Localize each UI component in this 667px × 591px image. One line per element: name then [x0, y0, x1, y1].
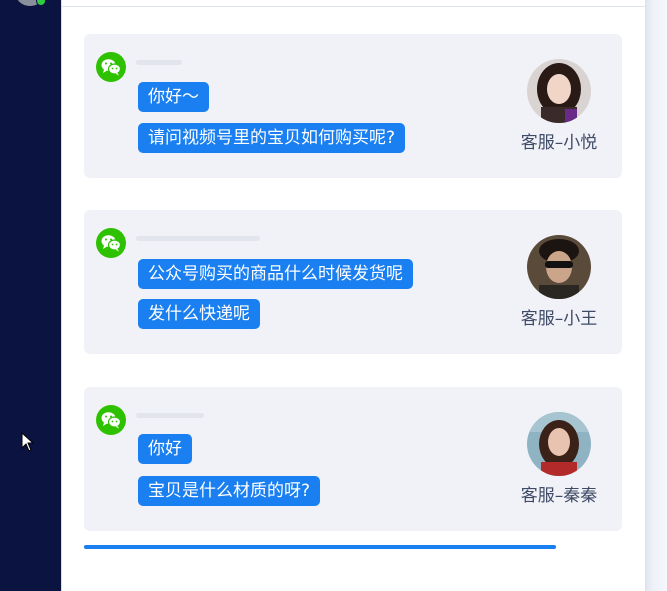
agent-avatar — [527, 235, 591, 299]
left-sidebar — [0, 0, 61, 591]
customer-name-placeholder — [136, 413, 204, 418]
agent-avatar — [527, 59, 591, 123]
message-bubble: 宝贝是什么材质的呀? — [138, 476, 321, 506]
conversation-card[interactable]: 公众号购买的商品什么时候发货呢 发什么快递呢 客服–小王 — [84, 210, 622, 354]
agent-avatar — [527, 412, 591, 476]
conversation-card[interactable]: 你好 宝贝是什么材质的呀? 客服–秦秦 — [84, 387, 622, 531]
wechat-icon — [96, 228, 126, 258]
message-bubble: 发什么快递呢 — [138, 299, 260, 329]
user-avatar[interactable] — [16, 0, 46, 6]
message-bubble: 你好～ — [138, 82, 209, 112]
conversation-panel: 你好～ 请问视频号里的宝贝如何购买呢? 客服–小悦 公众号购买的商品什么时候发货… — [61, 0, 645, 591]
right-gutter — [644, 0, 667, 591]
conversation-card[interactable]: 你好～ 请问视频号里的宝贝如何购买呢? 客服–小悦 — [84, 34, 622, 178]
panel-divider — [62, 6, 645, 7]
progress-bar — [84, 545, 556, 549]
progress-fill — [84, 545, 556, 549]
agent-label: 客服–小王 — [520, 309, 598, 329]
message-bubble: 请问视频号里的宝贝如何购买呢? — [138, 123, 406, 153]
agent-label: 客服–小悦 — [520, 133, 598, 153]
customer-name-placeholder — [136, 236, 260, 241]
message-bubble: 公众号购买的商品什么时候发货呢 — [138, 259, 413, 289]
message-bubble: 你好 — [138, 434, 192, 464]
wechat-icon — [96, 405, 126, 435]
wechat-icon — [96, 52, 126, 82]
agent-label: 客服–秦秦 — [520, 486, 598, 506]
mouse-cursor-icon — [21, 432, 35, 452]
online-status-indicator — [36, 0, 46, 6]
customer-name-placeholder — [136, 60, 182, 65]
